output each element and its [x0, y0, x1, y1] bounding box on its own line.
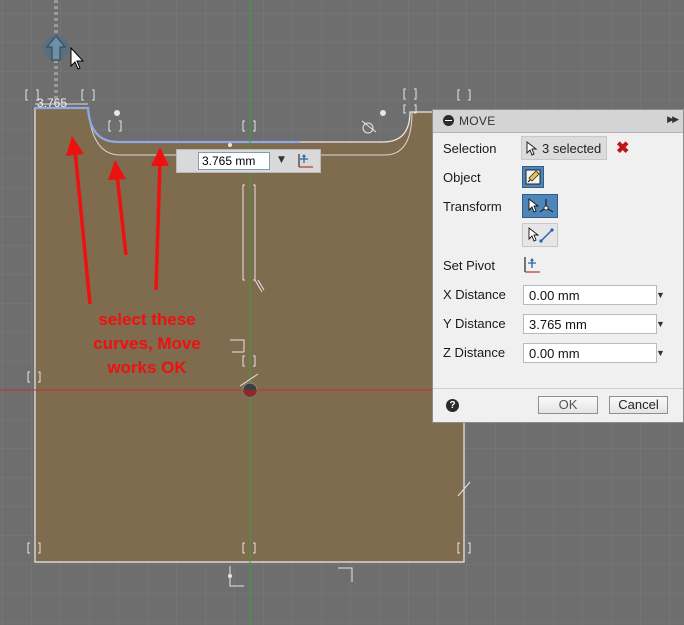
y-distance-input[interactable]: [523, 314, 657, 334]
translate-move-icon: [528, 227, 554, 243]
free-move-icon: [528, 198, 554, 213]
selection-count: 3 selected: [542, 141, 602, 156]
sketch-object-icon: [525, 169, 541, 185]
free-move-button[interactable]: [522, 194, 558, 218]
y-distance-dropdown-icon[interactable]: ▼: [656, 319, 665, 329]
cancel-button[interactable]: Cancel: [609, 396, 668, 414]
transform-label: Transform: [443, 199, 502, 214]
annotation-line-3: works OK: [107, 358, 187, 377]
translate-move-button[interactable]: [522, 223, 558, 247]
x-distance-dropdown-icon[interactable]: ▼: [656, 290, 665, 300]
distance-input-box: ▼: [176, 149, 321, 173]
z-distance-label: Z Distance: [443, 345, 506, 360]
annotation-line-2: curves, Move: [93, 334, 201, 353]
selection-label: Selection: [443, 141, 497, 156]
clear-selection-icon[interactable]: ✖: [616, 138, 629, 158]
distance-input[interactable]: [198, 152, 270, 170]
fusion-sketch-window: 3.765 ▼ select these curves, Move works …: [0, 0, 684, 625]
set-pivot-label: Set Pivot: [443, 258, 496, 273]
z-distance-dropdown-icon[interactable]: ▼: [656, 348, 665, 358]
x-distance-input[interactable]: [523, 285, 657, 305]
help-icon[interactable]: ?: [446, 399, 459, 412]
y-distance-label: Y Distance: [443, 316, 506, 331]
selection-button[interactable]: 3 selected: [521, 136, 607, 160]
dialog-header[interactable]: MOVE ▶▶: [433, 110, 683, 133]
object-label: Object: [443, 170, 481, 185]
object-type-button[interactable]: [522, 166, 544, 188]
expand-arrows-icon[interactable]: ▶▶: [667, 114, 679, 125]
move-drag-arrow-icon[interactable]: [43, 35, 69, 61]
x-distance-label: X Distance: [443, 287, 506, 302]
annotation-line-1: select these: [98, 310, 196, 329]
distance-dropdown-icon[interactable]: ▼: [278, 155, 285, 165]
ok-button[interactable]: OK: [538, 396, 598, 414]
dialog-separator: [433, 388, 683, 389]
collapse-icon[interactable]: [443, 115, 454, 126]
move-dialog: MOVE ▶▶ Selection 3 selected ✖ Object Tr…: [432, 109, 684, 423]
set-pivot-icon[interactable]: [522, 255, 542, 275]
z-distance-input[interactable]: [523, 343, 657, 363]
dialog-title: MOVE: [459, 114, 496, 128]
select-cursor-icon: [526, 141, 538, 156]
dimension-label: 3.765: [37, 96, 68, 110]
triad-axis-icon[interactable]: [295, 152, 315, 170]
annotation-text: select these curves, Move works OK: [72, 308, 222, 380]
